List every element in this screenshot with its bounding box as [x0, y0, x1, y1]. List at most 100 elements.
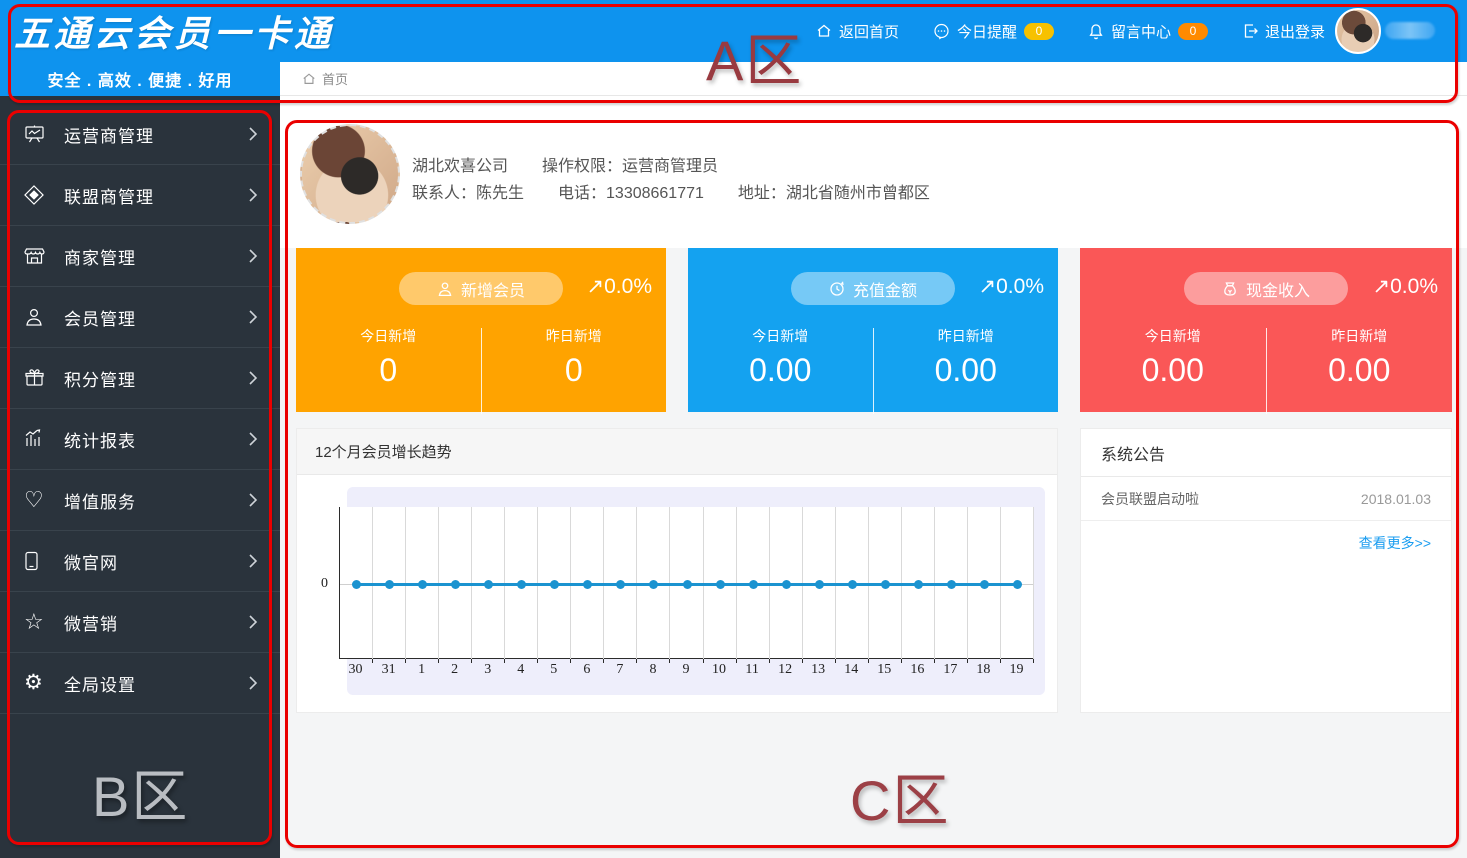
gridline: [1033, 507, 1034, 659]
nav-message-center[interactable]: 留言中心 0: [1088, 21, 1208, 42]
trend-indicator: ↗0.0%: [979, 274, 1044, 299]
sidebar-item-label: 微官网: [64, 549, 248, 574]
profile-line-2: 联系人：陈先生 电话：13308661771 地址：湖北省随州市曾都区: [412, 179, 930, 203]
sidebar-item-alliance-mgmt[interactable]: 联盟商管理: [0, 165, 280, 226]
sidebar-item-label: 联盟商管理: [64, 183, 248, 208]
announcement-card: 系统公告 会员联盟启动啦 2018.01.03 查看更多>>: [1080, 428, 1452, 713]
header-nav: 返回首页 今日提醒 0 留言中心 0 退出登录: [816, 0, 1325, 62]
main-content: 湖北欢喜公司 操作权限：运营商管理员 联系人：陈先生 电话：1330866177…: [280, 96, 1467, 858]
growth-chart-card: 12个月会员增长趋势 0 303112345678910111213141516…: [296, 428, 1058, 713]
trend-arrow-icon: ↗: [979, 275, 997, 298]
sidebar-item-label: 统计报表: [64, 427, 248, 452]
x-axis-tick: [570, 659, 571, 663]
stat-title: 充值金额: [853, 277, 917, 301]
announcement-item[interactable]: 会员联盟启动啦 2018.01.03: [1081, 477, 1451, 521]
barchart-icon: [24, 428, 50, 450]
x-axis-tick-label: 19: [1000, 662, 1033, 678]
sidebar-item-micro-marketing[interactable]: ☆ 微营销: [0, 592, 280, 653]
data-point: [815, 580, 824, 589]
data-point: [947, 580, 956, 589]
annotation-label-b: B区: [92, 752, 189, 833]
stat-card-new-members: 新增会员 ↗0.0% 今日新增0 昨日新增0: [296, 248, 666, 412]
x-axis-tick: [504, 659, 505, 663]
stat-card-cash-income: 现金收入 ↗0.0% 今日新增0.00 昨日新增0.00: [1080, 248, 1452, 412]
data-point: [418, 580, 427, 589]
data-point: [451, 580, 460, 589]
line-chart-plot: [339, 507, 1033, 659]
announcement-text: 会员联盟启动啦: [1101, 489, 1199, 509]
data-point: [848, 580, 857, 589]
trend-arrow-icon: ↗: [587, 275, 605, 298]
nav-label: 今日提醒: [957, 21, 1017, 42]
sidebar-item-value-added[interactable]: ♡ 增值服务: [0, 470, 280, 531]
x-axis-tick-label: 15: [868, 662, 901, 678]
x-axis-tick: [802, 659, 803, 663]
today-label: 今日新增: [296, 326, 481, 346]
sidebar-item-operator-mgmt[interactable]: 运营商管理: [0, 104, 280, 165]
star-icon: ☆: [24, 611, 50, 633]
profile-card: 湖北欢喜公司 操作权限：运营商管理员 联系人：陈先生 电话：1330866177…: [280, 96, 1467, 248]
x-axis-tick-label: 7: [603, 662, 636, 678]
x-axis-tick: [1000, 659, 1001, 663]
chevron-right-icon: [248, 614, 258, 630]
user-avatar[interactable]: [1335, 8, 1381, 54]
sidebar-item-label: 商家管理: [64, 244, 248, 269]
x-axis-tick: [736, 659, 737, 663]
recharge-icon: [829, 281, 845, 297]
sidebar-item-merchant-mgmt[interactable]: 商家管理: [0, 226, 280, 287]
x-axis-tick-label: 11: [736, 662, 769, 678]
data-point: [616, 580, 625, 589]
nav-label: 退出登录: [1265, 21, 1325, 42]
x-axis-tick: [537, 659, 538, 663]
nav-back-home[interactable]: 返回首页: [816, 21, 899, 42]
data-point: [716, 580, 725, 589]
cash-icon: [1222, 281, 1238, 297]
x-axis-tick: [1033, 659, 1034, 663]
x-axis-tick-label: 30: [339, 662, 372, 678]
data-point: [352, 580, 361, 589]
sidebar-item-micro-site[interactable]: 微官网: [0, 531, 280, 592]
gear-icon: ⚙: [24, 672, 50, 694]
chevron-right-icon: [248, 309, 258, 325]
x-axis-tick-label: 8: [636, 662, 669, 678]
nav-today-reminder[interactable]: 今日提醒 0: [933, 21, 1054, 42]
announcement-date: 2018.01.03: [1361, 491, 1431, 507]
data-point: [550, 580, 559, 589]
x-axis-tick-label: 10: [703, 662, 736, 678]
breadcrumb-home-label: 首页: [322, 69, 348, 88]
sidebar-item-label: 全局设置: [64, 671, 248, 696]
chevron-right-icon: [248, 187, 258, 203]
x-axis-labels: 303112345678910111213141516171819: [339, 662, 1033, 680]
chevron-right-icon: [248, 553, 258, 569]
breadcrumb[interactable]: 首页: [302, 69, 348, 88]
view-more-link[interactable]: 查看更多>>: [1081, 521, 1451, 553]
x-axis-tick: [769, 659, 770, 663]
x-axis-tick: [636, 659, 637, 663]
profile-line-1: 湖北欢喜公司 操作权限：运营商管理员: [412, 152, 718, 176]
sidebar-item-label: 运营商管理: [64, 122, 248, 147]
member-icon: [24, 306, 50, 328]
sidebar-item-label: 会员管理: [64, 305, 248, 330]
contact-text: 联系人：陈先生: [412, 179, 524, 203]
data-point: [385, 580, 394, 589]
top-header: 五通云会员一卡通 返回首页 今日提醒 0 留言中心 0 退出登录: [0, 0, 1467, 62]
sidebar-item-global-settings[interactable]: ⚙ 全局设置: [0, 653, 280, 714]
home-icon: [816, 23, 832, 39]
x-axis-tick: [603, 659, 604, 663]
username-pill[interactable]: [1385, 22, 1435, 39]
home-icon: [302, 72, 316, 86]
chevron-right-icon: [248, 675, 258, 691]
permission-text: 操作权限：运营商管理员: [542, 152, 718, 176]
comment-icon: [933, 23, 950, 40]
sidebar-item-member-mgmt[interactable]: 会员管理: [0, 287, 280, 348]
x-axis-tick-label: 31: [372, 662, 405, 678]
yesterday-label: 昨日新增: [874, 326, 1059, 346]
x-axis-tick-label: 12: [769, 662, 802, 678]
data-point: [914, 580, 923, 589]
sidebar-item-statistics[interactable]: 统计报表: [0, 409, 280, 470]
x-axis-tick: [868, 659, 869, 663]
nav-logout[interactable]: 退出登录: [1242, 21, 1325, 42]
stat-pill: 新增会员: [399, 272, 563, 305]
today-value: 0.00: [1080, 352, 1266, 389]
sidebar-item-points-mgmt[interactable]: 积分管理: [0, 348, 280, 409]
